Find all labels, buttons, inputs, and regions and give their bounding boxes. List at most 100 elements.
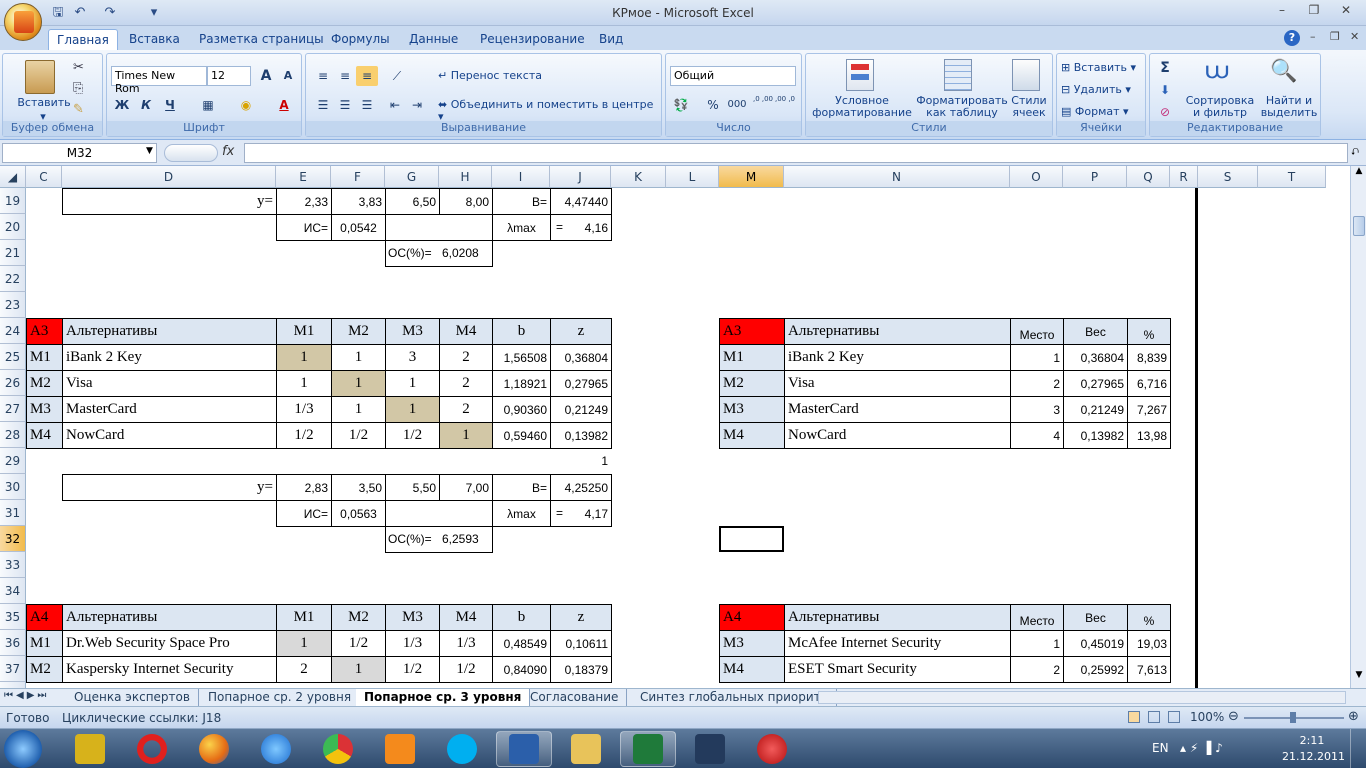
z-cell[interactable]: 0,13982: [550, 422, 612, 449]
spreadsheet-grid[interactable]: ◢ CDEFGHIJKLMNOPQRST 19 20 21 22 23 24 25 26 27 2…: [0, 166, 1350, 688]
row-header-23[interactable]: 23: [0, 292, 26, 318]
y-label-cell[interactable]: y=: [62, 474, 277, 501]
matrix-header-m2[interactable]: M2: [331, 318, 386, 345]
column-header-q[interactable]: Q: [1127, 166, 1170, 188]
column-header-o[interactable]: O: [1010, 166, 1063, 188]
rank-id-cell[interactable]: M4: [719, 656, 785, 683]
column-header-t[interactable]: T: [1258, 166, 1326, 188]
pairwise-value-cell[interactable]: 1: [331, 656, 386, 683]
weight-cell[interactable]: 0,13982: [1063, 422, 1128, 449]
place-header-cell[interactable]: Место: [1010, 604, 1064, 631]
place-header-cell[interactable]: Место: [1010, 318, 1064, 345]
orientation-icon[interactable]: ⟋: [386, 66, 408, 86]
media-player-icon[interactable]: [372, 731, 428, 767]
row-header-34[interactable]: 34: [0, 578, 26, 604]
lambda-max-cell[interactable]: λmax: [492, 214, 551, 241]
column-header-k[interactable]: K: [611, 166, 666, 188]
align-bottom-icon[interactable]: ≡: [356, 66, 378, 86]
pairwise-value-cell[interactable]: 1: [385, 370, 440, 397]
sheet-nav-icons[interactable]: ⏮◀▶⏭: [4, 690, 49, 701]
matrix-header-m3[interactable]: M3: [385, 318, 440, 345]
name-box[interactable]: M32: [2, 143, 157, 163]
language-indicator[interactable]: EN: [1152, 741, 1169, 755]
page-layout-view-icon[interactable]: [1148, 711, 1160, 723]
borders-icon[interactable]: ▦: [197, 95, 219, 115]
alternatives-header-cell[interactable]: Альтернативы: [62, 604, 277, 631]
place-cell[interactable]: 3: [1010, 396, 1064, 423]
pairwise-value-cell[interactable]: 1/2: [385, 422, 440, 449]
percent-cell[interactable]: 7,613: [1127, 656, 1171, 683]
row-header-29[interactable]: 29: [0, 448, 26, 474]
pairwise-value-cell[interactable]: 1/3: [439, 630, 493, 657]
y-value-cell[interactable]: 3,50: [331, 474, 386, 501]
sheet-tab-agreement[interactable]: Согласование: [522, 689, 628, 706]
ribbon-minimize-icon[interactable]: –: [1310, 30, 1316, 43]
rank-name-cell[interactable]: McAfee Internet Security: [784, 630, 1011, 657]
fill-icon[interactable]: ⬇: [1154, 80, 1176, 100]
place-cell[interactable]: 4: [1010, 422, 1064, 449]
column-header-m[interactable]: M: [719, 166, 784, 188]
conditional-formatting-icon[interactable]: [846, 59, 874, 91]
alternative-name-cell[interactable]: iBank 2 Key: [62, 344, 277, 371]
align-left-icon[interactable]: ☰: [312, 95, 334, 115]
row-header-36[interactable]: 36: [0, 630, 26, 656]
number-format-box[interactable]: Общий: [670, 66, 796, 86]
start-button[interactable]: [4, 730, 42, 768]
b-label-cell[interactable]: B=: [492, 474, 551, 501]
tray-icons[interactable]: ▴ ⚡ ▐ ♪: [1180, 741, 1223, 755]
is-value-cell[interactable]: 0,0542: [331, 214, 386, 241]
column-header-r[interactable]: R: [1170, 166, 1198, 188]
format-as-table-icon[interactable]: [944, 59, 972, 91]
rank-alternatives-header-cell[interactable]: Альтернативы: [784, 318, 1011, 345]
workbook-close-icon[interactable]: ✕: [1350, 30, 1359, 43]
b-cell[interactable]: 1,18921: [492, 370, 551, 397]
y-value-cell[interactable]: 2,83: [276, 474, 332, 501]
criterion-id-cell[interactable]: A3: [26, 318, 63, 345]
merge-center-button[interactable]: ⬌ Объединить и поместить в центре ▾: [438, 99, 661, 123]
align-top-icon[interactable]: ≡: [312, 66, 334, 86]
tab-home[interactable]: Главная: [48, 29, 118, 51]
row-header-25[interactable]: 25: [0, 344, 26, 370]
pairwise-value-cell[interactable]: 1: [331, 344, 386, 371]
row-header-27[interactable]: 27: [0, 396, 26, 422]
pairwise-value-cell[interactable]: 2: [439, 396, 493, 423]
rank-id-cell[interactable]: M1: [719, 344, 785, 371]
sheet-tab-synthesis[interactable]: Синтез глобальных приорите: [632, 689, 838, 706]
weight-cell[interactable]: 0,36804: [1063, 344, 1128, 371]
paste-button[interactable]: Вставить: [11, 97, 77, 109]
expand-formula-bar-icon[interactable]: ⮏: [1351, 145, 1359, 162]
pairwise-value-cell[interactable]: 1/2: [385, 656, 440, 683]
tab-data[interactable]: Данные: [409, 30, 458, 50]
insert-cells-button[interactable]: ⊞ Вставить ▾: [1061, 62, 1136, 74]
alternative-id-cell[interactable]: M4: [26, 422, 63, 449]
pairwise-value-cell[interactable]: 1/2: [276, 422, 332, 449]
b-cell[interactable]: 0,84090: [492, 656, 551, 683]
rank-name-cell[interactable]: ESET Smart Security: [784, 656, 1011, 683]
app-icon-1[interactable]: [62, 731, 118, 767]
percent-cell[interactable]: 19,03: [1127, 630, 1171, 657]
rank-id-cell[interactable]: M3: [719, 396, 785, 423]
explorer-icon[interactable]: [558, 731, 614, 767]
row-header-21[interactable]: 21: [0, 240, 26, 266]
row-header-20[interactable]: 20: [0, 214, 26, 240]
z-cell[interactable]: 0,18379: [550, 656, 612, 683]
ribbon-restore-icon[interactable]: ❐: [1330, 30, 1340, 43]
row-header-35[interactable]: 35: [0, 604, 26, 630]
page-break-view-icon[interactable]: [1168, 711, 1180, 723]
cut-icon[interactable]: ✂: [73, 60, 84, 75]
column-header-e[interactable]: E: [276, 166, 331, 188]
rank-name-cell[interactable]: iBank 2 Key: [784, 344, 1011, 371]
excel-icon[interactable]: [620, 731, 676, 767]
pairwise-value-cell[interactable]: 2: [439, 344, 493, 371]
alternative-id-cell[interactable]: M2: [26, 656, 63, 683]
percent-cell[interactable]: 6,716: [1127, 370, 1171, 397]
percent-button[interactable]: %: [702, 95, 724, 115]
row-header-28[interactable]: 28: [0, 422, 26, 448]
rank-name-cell[interactable]: NowCard: [784, 422, 1011, 449]
pairwise-value-cell[interactable]: 2: [276, 656, 332, 683]
align-center-icon[interactable]: ☰: [334, 95, 356, 115]
tab-view[interactable]: Вид: [599, 30, 623, 50]
matrix-header-z[interactable]: z: [550, 318, 612, 345]
pairwise-value-cell[interactable]: 1/2: [439, 656, 493, 683]
b-value-cell[interactable]: 4,25250: [550, 474, 612, 501]
